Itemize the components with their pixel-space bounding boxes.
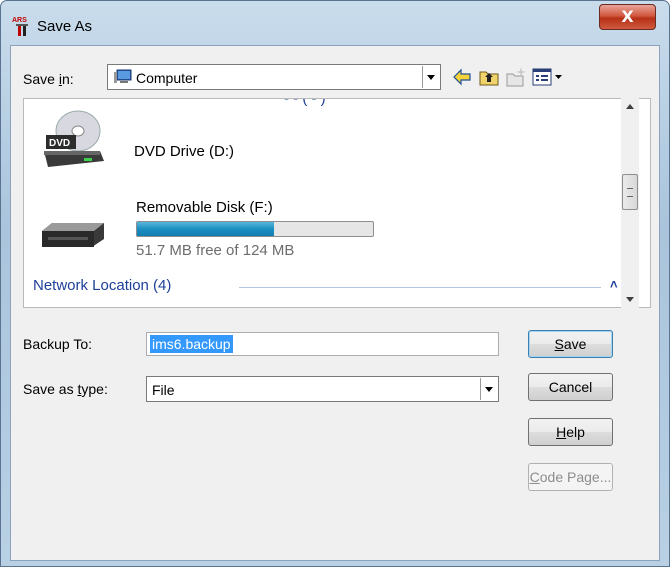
chevron-down-icon[interactable]	[422, 66, 439, 88]
save-in-dropdown[interactable]: Computer	[107, 64, 441, 90]
scroll-up-arrow-icon[interactable]	[621, 98, 639, 116]
save-in-value: Computer	[136, 70, 198, 86]
title-bar[interactable]: ARS Save As X	[1, 1, 669, 45]
chevron-down-icon[interactable]	[480, 378, 497, 400]
disk-usage-fill	[137, 222, 274, 236]
disk-free-text: 51.7 MB free of 124 MB	[136, 242, 295, 259]
svg-text:DVD: DVD	[49, 138, 70, 149]
close-icon: X	[621, 7, 634, 26]
backup-to-input[interactable]: ims6.backup	[146, 332, 499, 356]
back-arrow-icon[interactable]	[451, 66, 473, 88]
save-as-type-value: File	[152, 382, 175, 398]
new-folder-icon[interactable]	[505, 66, 527, 88]
dvd-drive-label: DVD Drive (D:)	[134, 143, 234, 160]
save-as-type-label: Save as type:	[23, 381, 108, 397]
window-title: Save As	[37, 18, 93, 35]
save-as-type-dropdown[interactable]: File	[146, 376, 499, 402]
svg-text:ARS: ARS	[12, 17, 27, 24]
scroll-down-arrow-icon[interactable]	[621, 290, 639, 308]
network-location-group-header[interactable]: Network Location (4)	[33, 277, 171, 294]
dialog-body: Save in: Computer - - (-) DVD DVD Driv…	[10, 45, 660, 561]
list-item-dvd-drive[interactable]: DVD DVD Drive (D:)	[24, 99, 614, 179]
save-as-dialog: ARS Save As X Save in: Computer - - (- …	[0, 0, 670, 567]
save-button[interactable]: Save	[528, 330, 613, 358]
code-page-button[interactable]: Code Page...	[528, 463, 613, 491]
collapse-chevron-icon[interactable]: ˄	[610, 277, 618, 292]
backup-to-label: Backup To:	[23, 336, 93, 352]
group-divider	[239, 287, 601, 288]
file-list[interactable]: - - ( - ) DVD DVD Drive (D:) Removable D…	[23, 98, 651, 308]
ars-app-icon: ARS	[12, 17, 28, 36]
removable-disk-icon	[42, 223, 104, 247]
computer-icon	[114, 69, 132, 83]
up-folder-icon[interactable]	[478, 66, 500, 88]
close-button[interactable]: X	[599, 4, 656, 30]
cancel-button[interactable]: Cancel	[528, 373, 613, 401]
vertical-scrollbar[interactable]	[621, 98, 639, 308]
scrollbar-thumb[interactable]	[622, 174, 638, 210]
disk-usage-bar	[136, 221, 374, 237]
backup-to-value: ims6.backup	[150, 335, 233, 353]
dvd-drive-icon: DVD	[44, 110, 104, 167]
view-menu-icon[interactable]	[531, 66, 565, 88]
save-in-label: Save in:	[23, 71, 74, 87]
removable-disk-label: Removable Disk (F:)	[136, 199, 273, 216]
help-button[interactable]: Help	[528, 418, 613, 446]
